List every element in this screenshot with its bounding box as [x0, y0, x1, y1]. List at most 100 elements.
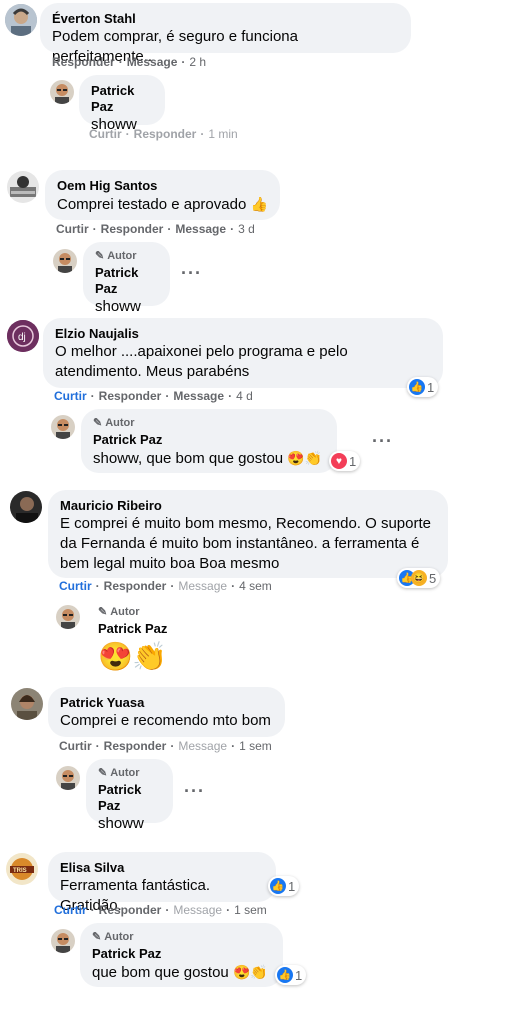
- reply-bubble: ✎ Autor Patrick Paz showw: [86, 759, 173, 832]
- message-link[interactable]: Message: [173, 388, 224, 404]
- like-link[interactable]: Curtir: [89, 126, 122, 142]
- user-photo-icon: TRIS: [6, 853, 38, 885]
- more-options-icon[interactable]: ···: [372, 432, 393, 450]
- like-link[interactable]: Curtir: [56, 221, 89, 237]
- timestamp[interactable]: 2 h: [189, 54, 206, 70]
- like-link[interactable]: Curtir: [59, 738, 92, 754]
- like-link[interactable]: Curtir: [54, 388, 87, 404]
- user-photo-icon: [10, 491, 42, 523]
- author-badge: ✎ Autor: [95, 250, 137, 262]
- reply-link[interactable]: Responder: [104, 578, 167, 594]
- comment-actions: Curtir · Responder · Message · 4 sem: [59, 578, 272, 594]
- like-reaction-icon: 👍: [277, 967, 293, 983]
- clapping-emoji-icon: 👏: [304, 450, 323, 466]
- reaction-count[interactable]: 👍 1: [275, 965, 307, 985]
- replier-name[interactable]: Patrick Paz: [93, 432, 325, 448]
- timestamp[interactable]: 1 min: [208, 126, 237, 142]
- thumbs-up-emoji-icon: 👍: [250, 196, 268, 212]
- avatar[interactable]: [51, 929, 75, 953]
- reply-actions: Curtir · Responder · 1 min: [89, 126, 238, 142]
- reaction-count[interactable]: 👍 😆 5: [397, 568, 441, 588]
- reaction-count[interactable]: ♥ 1: [329, 451, 361, 471]
- reply-bubble: Patrick Paz showw: [79, 75, 165, 133]
- user-photo-icon: [50, 80, 74, 104]
- reaction-count[interactable]: 👍 1: [407, 377, 439, 397]
- comment-text: Comprei e recomendo mto bom: [60, 712, 271, 729]
- comment-bubble: Éverton Stahl Podem comprar, é seguro e …: [40, 3, 411, 65]
- commenter-name[interactable]: Oem Hig Santos: [57, 178, 268, 194]
- replier-name[interactable]: Patrick Paz: [92, 946, 271, 962]
- pencil-icon: ✎: [95, 250, 105, 262]
- reply-text: showw: [98, 815, 144, 832]
- reply-bubble: ✎ Autor Patrick Paz que bom que gostou 😍👏: [80, 923, 283, 987]
- commenter-name[interactable]: Éverton Stahl: [52, 11, 399, 27]
- avatar[interactable]: [7, 171, 39, 203]
- timestamp[interactable]: 1 sem: [234, 902, 267, 918]
- timestamp[interactable]: 3 d: [238, 221, 255, 237]
- like-link[interactable]: Curtir: [54, 902, 87, 918]
- commenter-name[interactable]: Patrick Yuasa: [60, 695, 273, 711]
- user-photo-icon: [56, 605, 80, 629]
- commenter-name[interactable]: Elisa Silva: [60, 860, 264, 876]
- reaction-count[interactable]: 👍 1: [268, 876, 300, 896]
- commenter-name[interactable]: Mauricio Ribeiro: [60, 498, 436, 514]
- message-link[interactable]: Message: [173, 902, 222, 918]
- more-options-icon[interactable]: ···: [184, 782, 205, 800]
- svg-text:TRIS: TRIS: [13, 868, 27, 874]
- reply-text: que bom que gostou 😍👏: [92, 964, 268, 981]
- timestamp[interactable]: 4 sem: [239, 578, 272, 594]
- avatar[interactable]: [56, 766, 80, 790]
- reply-link[interactable]: Responder: [134, 126, 197, 142]
- heart-eyes-emoji-icon: 😍: [232, 964, 251, 980]
- timestamp[interactable]: 1 sem: [239, 738, 272, 754]
- like-reaction-icon: 👍: [270, 878, 286, 894]
- comment-actions: Curtir · Responder · Message · 4 d: [54, 388, 253, 404]
- avatar[interactable]: [56, 605, 80, 629]
- pencil-icon: ✎: [98, 767, 108, 779]
- reply-link[interactable]: Responder: [101, 221, 164, 237]
- comment-bubble: Oem Hig Santos Comprei testado e aprovad…: [45, 170, 280, 220]
- avatar[interactable]: TRIS: [6, 853, 38, 885]
- avatar[interactable]: [10, 491, 42, 523]
- comment-actions: Curtir · Responder · Message · 3 d: [56, 221, 255, 237]
- haha-reaction-icon: 😆: [411, 570, 427, 586]
- user-photo-icon: [5, 4, 37, 36]
- replier-name[interactable]: Patrick Paz: [98, 621, 167, 637]
- avatar[interactable]: [5, 4, 37, 36]
- more-options-icon[interactable]: ···: [181, 264, 202, 282]
- message-link[interactable]: Message: [178, 578, 227, 594]
- reply-link[interactable]: Responder: [99, 388, 162, 404]
- comment-text: O melhor ....apaixonei pelo programa e p…: [55, 343, 348, 380]
- reply-block: ✎ Autor Patrick Paz: [98, 605, 167, 637]
- message-link[interactable]: Message: [178, 738, 227, 754]
- author-badge: ✎ Autor: [93, 417, 135, 429]
- replier-name[interactable]: Patrick Paz: [95, 265, 158, 297]
- replier-name[interactable]: Patrick Paz: [98, 782, 161, 814]
- timestamp[interactable]: 4 d: [236, 388, 253, 404]
- love-reaction-icon: ♥: [331, 453, 347, 469]
- user-photo-icon: [51, 929, 75, 953]
- comment-text: E comprei é muito bom mesmo, Recomendo. …: [60, 515, 431, 572]
- replier-name[interactable]: Patrick Paz: [91, 83, 153, 115]
- comment-actions: Curtir · Responder · Message · 1 sem: [54, 902, 267, 918]
- pencil-icon: ✎: [92, 931, 102, 943]
- comment-actions: Responder · Message · 2 h: [52, 54, 207, 70]
- message-link[interactable]: Message: [127, 54, 178, 70]
- avatar[interactable]: dj: [7, 320, 39, 352]
- avatar[interactable]: [50, 80, 74, 104]
- avatar[interactable]: [51, 415, 75, 439]
- reply-link[interactable]: Responder: [104, 738, 167, 754]
- heart-eyes-emoji-icon: 😍: [98, 641, 133, 672]
- user-photo-icon: [11, 688, 43, 720]
- like-link[interactable]: Curtir: [59, 578, 92, 594]
- avatar[interactable]: [53, 249, 77, 273]
- user-photo-icon: [51, 415, 75, 439]
- user-photo-icon: [53, 249, 77, 273]
- reply-link[interactable]: Responder: [52, 54, 115, 70]
- reply-link[interactable]: Responder: [99, 902, 162, 918]
- message-link[interactable]: Message: [175, 221, 226, 237]
- pencil-icon: ✎: [93, 417, 103, 429]
- avatar[interactable]: [11, 688, 43, 720]
- commenter-name[interactable]: Elzio Naujalis: [55, 326, 431, 342]
- clapping-emoji-icon: 👏: [250, 964, 268, 980]
